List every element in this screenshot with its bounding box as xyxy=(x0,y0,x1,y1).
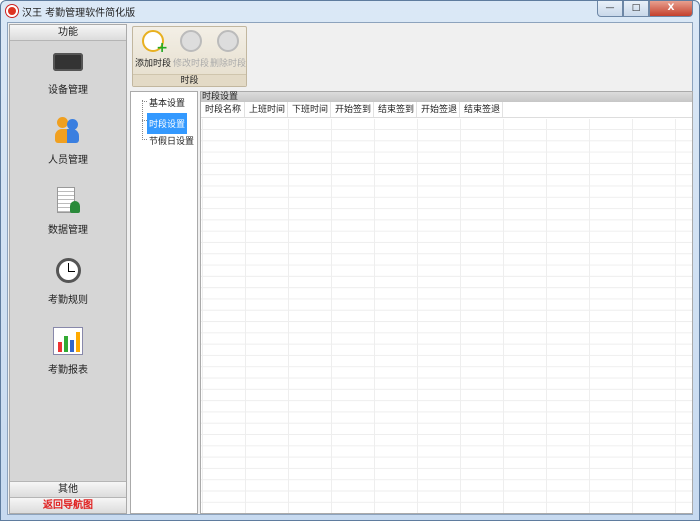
period-grid: 时段设置 时段名称 上班时间 下班时间 开始签到 结束签到 开始签退 结束签退 xyxy=(200,91,693,514)
close-button[interactable]: X xyxy=(649,1,693,17)
sidebar-item-label: 设备管理 xyxy=(48,85,88,96)
tree-item-basic[interactable]: 基本设置 xyxy=(147,95,187,110)
title-bar: 汉王 考勤管理软件简化版 xyxy=(6,4,136,19)
app-logo-icon xyxy=(6,5,18,17)
window-title: 汉王 考勤管理软件简化版 xyxy=(22,7,136,19)
sidebar-item-device[interactable]: 设备管理 xyxy=(10,41,126,111)
sidebar-other-button[interactable]: 其他 xyxy=(10,481,126,497)
column-header[interactable]: 时段名称 xyxy=(201,102,245,117)
sidebar-item-label: 考勤规则 xyxy=(48,295,88,306)
sidebar-item-reports[interactable]: 考勤报表 xyxy=(10,321,126,391)
sidebar-item-data[interactable]: 数据管理 xyxy=(10,181,126,251)
column-header[interactable]: 开始签退 xyxy=(417,102,460,117)
toolbar-group: + 添加时段 修改时段 删除时段 时段 xyxy=(132,26,247,87)
delete-clock-icon xyxy=(217,30,239,52)
column-header[interactable]: 结束签退 xyxy=(460,102,503,117)
tree-item-holiday[interactable]: 节假日设置 xyxy=(147,133,196,148)
sidebar-header[interactable]: 功能 xyxy=(10,25,126,41)
toolbar-group-label: 时段 xyxy=(133,74,246,86)
button-label: 修改时段 xyxy=(173,59,210,69)
data-icon xyxy=(53,187,83,215)
clock-icon xyxy=(53,257,83,285)
column-header[interactable]: 结束签到 xyxy=(374,102,417,117)
settings-tree: 基本设置 时段设置 节假日设置 xyxy=(130,91,198,514)
add-period-button[interactable]: + 添加时段 xyxy=(135,30,171,69)
column-header[interactable]: 上班时间 xyxy=(245,102,288,117)
edit-period-button[interactable]: 修改时段 xyxy=(173,30,209,69)
sidebar-item-label: 考勤报表 xyxy=(48,365,88,376)
column-header[interactable]: 下班时间 xyxy=(288,102,331,117)
tree-item-period[interactable]: 时段设置 xyxy=(147,113,188,134)
app-window: 汉王 考勤管理软件简化版 — □ X 功能 设备管理 人员管理 数据管理 考勤规… xyxy=(0,0,700,521)
maximize-button[interactable]: □ xyxy=(623,1,649,17)
device-icon xyxy=(53,53,83,71)
grid-body[interactable] xyxy=(201,119,692,513)
add-clock-icon: + xyxy=(142,30,168,56)
sidebar-item-label: 数据管理 xyxy=(48,225,88,236)
sidebar-item-rules[interactable]: 考勤规则 xyxy=(10,251,126,321)
grid-caption: 时段设置 xyxy=(201,92,692,102)
edit-clock-icon xyxy=(180,30,202,52)
sidebar: 功能 设备管理 人员管理 数据管理 考勤规则 考勤报表 其他 返回导航图 xyxy=(9,24,127,514)
grid-header: 时段名称 上班时间 下班时间 开始签到 结束签到 开始签退 结束签退 xyxy=(201,102,692,118)
button-label: 删除时段 xyxy=(210,59,247,69)
sidebar-item-users[interactable]: 人员管理 xyxy=(10,111,126,181)
button-label: 添加时段 xyxy=(135,59,172,69)
column-header[interactable]: 开始签到 xyxy=(331,102,374,117)
minimize-button[interactable]: — xyxy=(597,1,623,17)
back-to-nav-button[interactable]: 返回导航图 xyxy=(10,497,126,513)
chart-icon xyxy=(53,327,83,355)
users-icon xyxy=(53,117,83,145)
sidebar-item-label: 人员管理 xyxy=(48,155,88,166)
delete-period-button[interactable]: 删除时段 xyxy=(210,30,246,69)
